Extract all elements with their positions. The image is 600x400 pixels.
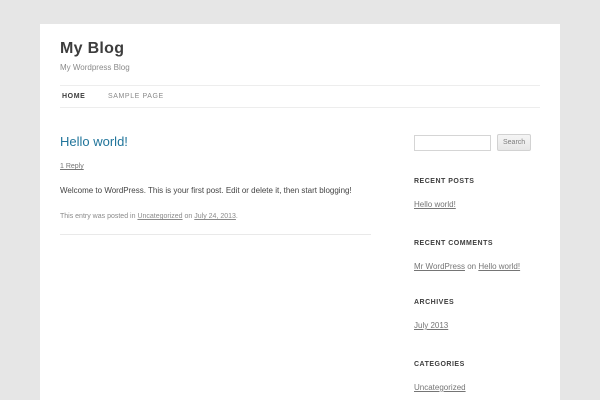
site-header: My Blog My Wordpress Blog xyxy=(60,40,540,72)
recent-posts-widget: RECENT POSTS Hello world! xyxy=(414,178,540,212)
recent-comments-title: RECENT COMMENTS xyxy=(414,240,540,247)
post-meta-prefix: This entry was posted in xyxy=(60,213,137,220)
recent-comment-item: Mr WordPress on Hello world! xyxy=(414,262,540,271)
content-container: My Blog My Wordpress Blog HOME SAMPLE PA… xyxy=(40,24,560,400)
post-article: Hello world! 1 Reply Welcome to WordPres… xyxy=(60,134,371,235)
nav-item-home[interactable]: HOME xyxy=(62,93,85,100)
post-divider xyxy=(60,234,371,235)
comment-post-link[interactable]: Hello world! xyxy=(478,262,520,271)
archives-widget: ARCHIVES July 2013 xyxy=(414,299,540,333)
recent-posts-title: RECENT POSTS xyxy=(414,178,540,185)
post-meta-middle: on xyxy=(183,213,195,220)
site-tagline: My Wordpress Blog xyxy=(60,63,540,72)
content-columns: Hello world! 1 Reply Welcome to WordPres… xyxy=(60,134,540,395)
search-button[interactable]: Search xyxy=(497,134,531,151)
archives-title: ARCHIVES xyxy=(414,299,540,306)
reply-link[interactable]: 1 Reply xyxy=(60,163,84,170)
categories-widget: CATEGORIES Uncategorized xyxy=(414,361,540,395)
post-title-link[interactable]: Hello world! xyxy=(60,134,371,149)
search-input[interactable] xyxy=(414,135,491,151)
post-date-link[interactable]: July 24, 2013 xyxy=(194,213,236,220)
comment-on-text: on xyxy=(465,262,478,271)
post-meta: This entry was posted in Uncategorized o… xyxy=(60,213,371,220)
recent-comments-widget: RECENT COMMENTS Mr WordPress on Hello wo… xyxy=(414,240,540,271)
nav-item-sample-page[interactable]: SAMPLE PAGE xyxy=(108,93,164,100)
post-category-link[interactable]: Uncategorized xyxy=(137,213,182,220)
post-meta-suffix: . xyxy=(236,213,238,220)
categories-title: CATEGORIES xyxy=(414,361,540,368)
archive-link[interactable]: July 2013 xyxy=(414,321,448,330)
recent-post-link[interactable]: Hello world! xyxy=(414,200,456,209)
search-widget: Search xyxy=(414,134,540,151)
post-body: Welcome to WordPress. This is your first… xyxy=(60,186,371,196)
site-title[interactable]: My Blog xyxy=(60,40,540,58)
comment-author-link[interactable]: Mr WordPress xyxy=(414,262,465,271)
main-navigation: HOME SAMPLE PAGE xyxy=(60,85,540,108)
category-link[interactable]: Uncategorized xyxy=(414,383,466,392)
main-column: Hello world! 1 Reply Welcome to WordPres… xyxy=(60,134,371,395)
sidebar: Search RECENT POSTS Hello world! RECENT … xyxy=(414,134,540,395)
